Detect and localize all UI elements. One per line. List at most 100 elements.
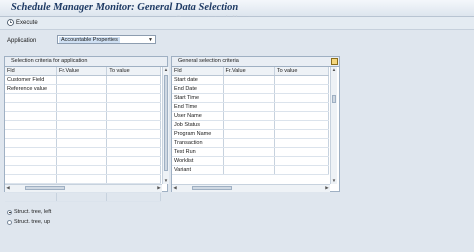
scroll-thumb[interactable]: [25, 186, 65, 190]
to-value-cell[interactable]: [106, 138, 161, 148]
execute-label: Execute: [16, 19, 38, 26]
application-dropdown[interactable]: Accountable Properties ▼: [57, 35, 156, 44]
from-value-cell[interactable]: [56, 84, 108, 94]
selection-criteria-panel: Selection criteria for application Fld F…: [4, 56, 169, 202]
to-value-cell[interactable]: [106, 192, 161, 202]
to-value-cell[interactable]: [106, 147, 161, 157]
scroll-up-icon[interactable]: ▲: [331, 67, 337, 73]
field-name-cell: [5, 174, 58, 184]
general-selection-title: General selection criteria: [178, 58, 239, 64]
radio-struct-tree-left[interactable]: Struct. tree, left: [7, 209, 51, 215]
to-value-cell[interactable]: [274, 129, 330, 139]
table-row: Customer Field: [5, 75, 161, 85]
to-value-cell[interactable]: [274, 138, 330, 148]
table-row: [5, 156, 161, 166]
to-value-cell[interactable]: [106, 174, 161, 184]
from-value-cell[interactable]: [223, 84, 275, 94]
field-name-cell: End Date: [172, 84, 224, 94]
from-value-cell[interactable]: [223, 111, 275, 121]
from-value-cell[interactable]: [56, 93, 108, 103]
from-value-cell[interactable]: [223, 129, 275, 139]
to-value-cell[interactable]: [274, 75, 330, 85]
from-value-cell[interactable]: [223, 147, 275, 157]
scroll-up-icon[interactable]: ▲: [163, 67, 169, 73]
from-value-cell[interactable]: [223, 102, 275, 112]
scroll-thumb[interactable]: [332, 95, 336, 103]
from-value-cell[interactable]: [223, 138, 275, 148]
from-value-cell[interactable]: [223, 156, 275, 166]
to-value-cell[interactable]: [106, 84, 161, 94]
table-row: User Name: [172, 111, 330, 121]
to-value-cell[interactable]: [106, 165, 161, 175]
to-value-cell[interactable]: [106, 156, 161, 166]
to-value-cell[interactable]: [106, 75, 161, 85]
from-value-cell[interactable]: [56, 138, 108, 148]
execute-button[interactable]: Execute: [7, 19, 38, 26]
scroll-down-icon[interactable]: ▼: [163, 178, 169, 184]
to-value-cell[interactable]: [274, 102, 330, 112]
vertical-scrollbar[interactable]: ▲ ▼: [162, 67, 169, 184]
from-value-cell[interactable]: [56, 192, 108, 202]
table-row: [5, 138, 161, 148]
field-name-cell: Transaction: [172, 138, 224, 148]
scroll-thumb[interactable]: [164, 75, 168, 171]
field-name-cell: Worklist: [172, 156, 224, 166]
to-value-cell[interactable]: [106, 120, 161, 130]
from-value-cell[interactable]: [56, 147, 108, 157]
to-value-cell[interactable]: [106, 93, 161, 103]
chevron-down-icon[interactable]: ▼: [146, 36, 155, 43]
from-value-cell[interactable]: [56, 129, 108, 139]
page-title: Schedule Manager Monitor: General Data S…: [11, 2, 239, 13]
from-value-cell[interactable]: [56, 120, 108, 130]
table-row: Start date: [172, 75, 330, 85]
to-value-cell[interactable]: [274, 147, 330, 157]
toolbar: Execute: [0, 17, 474, 30]
field-name-cell: User Name: [172, 111, 224, 121]
from-value-cell[interactable]: [223, 165, 275, 175]
to-value-cell[interactable]: [106, 102, 161, 112]
table-row: Reference value: [5, 84, 161, 94]
radio-struct-tree-up[interactable]: Struct. tree, up: [7, 219, 50, 225]
table-row: End Date: [172, 84, 330, 94]
to-value-cell[interactable]: [274, 84, 330, 94]
field-name-cell: [5, 165, 58, 175]
to-value-cell[interactable]: [106, 129, 161, 139]
selection-criteria-header: Selection criteria for application: [5, 57, 167, 67]
from-value-cell[interactable]: [56, 75, 108, 85]
radio-label: Struct. tree, up: [14, 219, 51, 225]
horizontal-scrollbar[interactable]: ◀ ▶: [5, 184, 162, 192]
selection-criteria-title: Selection criteria for application: [11, 58, 88, 64]
table-settings-icon[interactable]: [331, 58, 338, 65]
from-value-cell[interactable]: [56, 174, 108, 184]
from-value-cell[interactable]: [223, 120, 275, 130]
scroll-left-icon[interactable]: ◀: [5, 185, 11, 191]
scroll-thumb[interactable]: [192, 186, 232, 190]
from-value-cell[interactable]: [56, 102, 108, 112]
field-name-cell: Test Run: [172, 147, 224, 157]
from-value-cell[interactable]: [56, 156, 108, 166]
table-row: Test Run: [172, 147, 330, 157]
scroll-left-icon[interactable]: ◀: [172, 185, 178, 191]
scroll-right-icon[interactable]: ▶: [156, 185, 162, 191]
column-header-to-value: To value: [106, 67, 161, 76]
scroll-right-icon[interactable]: ▶: [324, 185, 330, 191]
column-header-to-value: To value: [274, 67, 330, 76]
field-name-cell: [5, 192, 58, 202]
horizontal-scrollbar[interactable]: ◀ ▶: [172, 184, 330, 192]
from-value-cell[interactable]: [223, 75, 275, 85]
from-value-cell[interactable]: [56, 111, 108, 121]
from-value-cell[interactable]: [56, 165, 108, 175]
vertical-scrollbar[interactable]: ▲ ▼: [330, 67, 337, 184]
from-value-cell[interactable]: [223, 93, 275, 103]
field-name-cell: Start date: [172, 75, 224, 85]
to-value-cell[interactable]: [274, 111, 330, 121]
field-name-cell: Job Status: [172, 120, 224, 130]
to-value-cell[interactable]: [106, 111, 161, 121]
table-row: End Time: [172, 102, 330, 112]
to-value-cell[interactable]: [274, 165, 330, 175]
to-value-cell[interactable]: [274, 120, 330, 130]
to-value-cell[interactable]: [274, 93, 330, 103]
to-value-cell[interactable]: [274, 156, 330, 166]
scroll-down-icon[interactable]: ▼: [331, 178, 337, 184]
table-row: Variant: [172, 165, 330, 175]
